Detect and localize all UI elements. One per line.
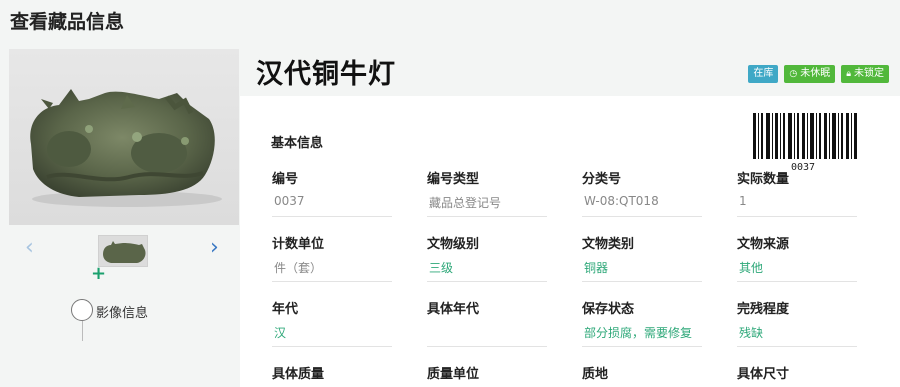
field-specific-era: 具体年代 bbox=[427, 298, 547, 347]
badge-label: 未休眠 bbox=[800, 68, 831, 79]
status-badge-unlocked: 🔒︎ 未锁定 bbox=[841, 65, 889, 83]
field-label: 编号类型 bbox=[427, 172, 480, 187]
field-label: 分类号 bbox=[582, 172, 622, 187]
image-panel: ‹ › bbox=[9, 49, 239, 387]
field-label: 文物来源 bbox=[737, 237, 790, 252]
field-label: 文物级别 bbox=[427, 237, 480, 252]
field-relic-category: 文物类别 铜器 bbox=[582, 233, 702, 282]
field-value: 件（套） bbox=[274, 261, 323, 275]
field-value: 残缺 bbox=[739, 326, 764, 340]
field-number-type: 编号类型 藏品总登记号 bbox=[427, 168, 547, 217]
status-badge-in-stock: 在库 bbox=[748, 65, 779, 83]
field-weight-unit: 质量单位 bbox=[427, 363, 547, 382]
field-value: 其他 bbox=[739, 261, 764, 275]
basic-info-card: 基本信息 0037 编号 0037 编号类型 藏品总登记号 分类号 W-08:Q… bbox=[240, 96, 900, 387]
field-divider bbox=[737, 216, 857, 217]
field-label: 计数单位 bbox=[272, 237, 325, 252]
field-specific-dimensions: 具体尺寸 bbox=[737, 363, 857, 382]
field-divider bbox=[582, 281, 702, 282]
bronze-ox-lamp-image bbox=[30, 89, 222, 207]
field-divider bbox=[427, 281, 547, 282]
badge-label: 未锁定 bbox=[854, 68, 884, 79]
field-value: W-08:QT018 bbox=[584, 194, 659, 208]
field-era: 年代 汉 bbox=[272, 298, 392, 347]
timeline-label-image-info[interactable]: 影像信息 bbox=[96, 302, 148, 321]
status-badges: 在库 ◷ 未休眠 🔒︎ 未锁定 bbox=[748, 65, 889, 83]
field-label: 质量单位 bbox=[427, 367, 480, 382]
timeline-node-icon[interactable] bbox=[71, 299, 93, 321]
field-label: 具体质量 bbox=[272, 367, 325, 382]
page-title: 查看藏品信息 bbox=[10, 11, 125, 33]
bronze-ox-lamp-thumbnail bbox=[103, 241, 146, 263]
field-value: 部分损腐，需要修复 bbox=[584, 326, 693, 340]
field-relic-grade: 文物级别 三级 bbox=[427, 233, 547, 282]
add-icon[interactable]: + bbox=[91, 263, 106, 284]
field-label: 完残程度 bbox=[737, 302, 790, 317]
lock-icon: 🔒︎ bbox=[846, 69, 851, 79]
artifact-main-photo[interactable] bbox=[9, 49, 239, 225]
clock-icon: ◷ bbox=[789, 69, 798, 79]
field-label: 具体年代 bbox=[427, 302, 480, 317]
field-divider bbox=[582, 216, 702, 217]
field-preservation-state: 保存状态 部分损腐，需要修复 bbox=[582, 298, 702, 347]
field-divider bbox=[272, 216, 392, 217]
field-value: 0037 bbox=[274, 194, 305, 208]
field-divider bbox=[582, 346, 702, 347]
chevron-left-icon[interactable]: ‹ bbox=[25, 237, 34, 259]
field-divider bbox=[272, 281, 392, 282]
field-divider bbox=[272, 346, 392, 347]
thumbnail-strip: ‹ › bbox=[9, 225, 239, 275]
field-divider bbox=[427, 346, 547, 347]
field-count-unit: 计数单位 件（套） bbox=[272, 233, 392, 282]
field-label: 年代 bbox=[272, 302, 299, 317]
chevron-right-icon[interactable]: › bbox=[210, 237, 219, 259]
field-divider bbox=[737, 281, 857, 282]
field-value: 1 bbox=[739, 194, 747, 208]
field-label: 保存状态 bbox=[582, 302, 635, 317]
field-value: 铜器 bbox=[584, 261, 609, 275]
status-badge-not-dormant: ◷ 未休眠 bbox=[784, 65, 836, 83]
field-label: 质地 bbox=[582, 367, 609, 382]
field-material: 质地 bbox=[582, 363, 702, 382]
field-value: 汉 bbox=[274, 326, 287, 340]
field-value bbox=[427, 324, 547, 342]
field-label: 编号 bbox=[272, 172, 299, 187]
field-completeness: 完残程度 残缺 bbox=[737, 298, 857, 347]
field-label: 具体尺寸 bbox=[737, 367, 790, 382]
field-actual-quantity: 实际数量 1 bbox=[737, 168, 857, 217]
field-divider bbox=[427, 216, 547, 217]
timeline-connector bbox=[82, 321, 83, 341]
section-title: 基本信息 bbox=[271, 136, 324, 151]
badge-label: 在库 bbox=[753, 68, 774, 79]
field-value: 藏品总登记号 bbox=[429, 196, 502, 210]
field-label: 文物类别 bbox=[582, 237, 635, 252]
item-title: 汉代铜牛灯 bbox=[256, 59, 396, 90]
field-relic-source: 文物来源 其他 bbox=[737, 233, 857, 282]
field-number: 编号 0037 bbox=[272, 168, 392, 217]
field-divider bbox=[737, 346, 857, 347]
field-label: 实际数量 bbox=[737, 172, 790, 187]
field-specific-weight: 具体质量 bbox=[272, 363, 392, 382]
barcode-image bbox=[753, 113, 857, 159]
field-classification-number: 分类号 W-08:QT018 bbox=[582, 168, 702, 217]
field-value: 三级 bbox=[429, 261, 454, 275]
